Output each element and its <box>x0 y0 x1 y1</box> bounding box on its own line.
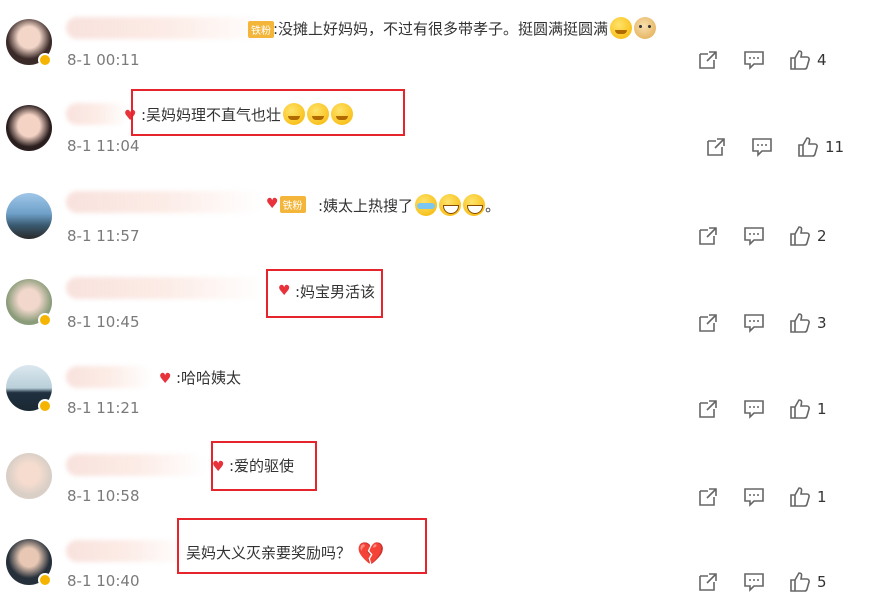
comment-time: 8-1 10:45 <box>67 313 140 331</box>
fan-badge: 铁粉 <box>247 20 274 38</box>
like-icon[interactable] <box>789 398 811 420</box>
comment-text-content: :哈哈姨太 <box>176 369 242 387</box>
comment-icon[interactable] <box>743 312 765 334</box>
username-blurred[interactable] <box>66 103 128 125</box>
like-count: 2 <box>817 227 827 245</box>
laugh-icon <box>463 194 486 216</box>
comment-time: 8-1 10:58 <box>67 487 140 505</box>
comment-item: 铁粉 :没摊上好妈妈，不过有很多带孝子。挺圆满挺圆满 8-1 00:11 4 <box>0 6 877 92</box>
smile-icon <box>610 17 633 39</box>
fan-badge: ♥ 铁粉 <box>266 195 306 213</box>
comment-actions: 1 <box>697 398 877 422</box>
comment-icon[interactable] <box>743 486 765 508</box>
comment-time: 8-1 10:40 <box>67 572 140 590</box>
like-icon[interactable] <box>789 486 811 508</box>
dog-icon <box>634 17 657 39</box>
comment-icon[interactable] <box>743 398 765 420</box>
username-blurred[interactable] <box>66 454 206 476</box>
comment-icon[interactable] <box>751 136 773 158</box>
like-icon[interactable] <box>789 225 811 247</box>
fan-badge-label: 铁粉 <box>248 20 274 38</box>
username-blurred[interactable] <box>66 540 186 562</box>
avatar[interactable] <box>6 193 52 239</box>
verified-badge-icon <box>38 399 52 413</box>
comment-icon[interactable] <box>743 49 765 71</box>
like-icon[interactable] <box>789 49 811 71</box>
share-icon[interactable] <box>705 136 727 158</box>
username-blurred[interactable] <box>66 366 152 388</box>
share-icon[interactable] <box>697 571 719 593</box>
verified-badge-icon <box>38 53 52 67</box>
comment-icon[interactable] <box>743 571 765 593</box>
comment-actions: 1 <box>697 486 877 510</box>
fan-badge-label: 铁粉 <box>279 195 306 213</box>
like-icon[interactable] <box>789 312 811 334</box>
comment-icon[interactable] <box>743 225 765 247</box>
comment-text-suffix: 。 <box>485 197 501 215</box>
highlight-box <box>266 269 383 318</box>
username-blurred[interactable] <box>66 191 262 213</box>
comment-text: :姨太上热搜了 。 <box>318 194 500 217</box>
comment-text-content: :姨太上热搜了 <box>318 197 414 215</box>
share-icon[interactable] <box>697 486 719 508</box>
like-count: 1 <box>817 400 827 418</box>
like-count: 5 <box>817 573 827 591</box>
like-count: 11 <box>825 138 845 156</box>
like-icon[interactable] <box>789 571 811 593</box>
highlight-box <box>211 441 317 491</box>
comment-time: 8-1 11:04 <box>67 137 140 155</box>
like-icon[interactable] <box>797 136 819 158</box>
fan-badge-icon: ♥ <box>159 371 172 387</box>
comment-actions: 11 <box>705 136 877 160</box>
avatar[interactable] <box>6 453 52 499</box>
comment-time: 8-1 11:57 <box>67 227 140 245</box>
verified-badge-icon <box>38 573 52 587</box>
comment-time: 8-1 11:21 <box>67 399 140 417</box>
share-icon[interactable] <box>697 312 719 334</box>
comment-actions: 3 <box>697 312 877 336</box>
comment-text-content: :没摊上好妈妈，不过有很多带孝子。挺圆满挺圆满 <box>273 20 609 38</box>
comment-actions: 2 <box>697 225 877 249</box>
comment-actions: 4 <box>697 49 877 73</box>
laugh-icon <box>439 194 462 216</box>
verified-badge-icon <box>38 313 52 327</box>
username-blurred[interactable] <box>66 277 266 299</box>
like-count: 4 <box>817 51 827 69</box>
comment-item: ♥ :爱的驱使 8-1 10:58 1 <box>0 440 877 526</box>
like-count: 3 <box>817 314 827 332</box>
comment-item: ♥ 铁粉 :姨太上热搜了 。 8-1 11:57 2 <box>0 180 877 266</box>
username-blurred[interactable] <box>66 17 271 39</box>
comment-actions: 5 <box>697 571 877 595</box>
share-icon[interactable] <box>697 225 719 247</box>
comment-item: 吴妈大义灭亲要奖励吗？ 💔 8-1 10:40 5 <box>0 526 877 603</box>
share-icon[interactable] <box>697 398 719 420</box>
comment-text: :哈哈姨太 <box>176 367 241 389</box>
highlight-box <box>177 518 427 574</box>
cry-laugh-icon <box>415 194 438 216</box>
avatar[interactable] <box>6 105 52 151</box>
share-icon[interactable] <box>697 49 719 71</box>
highlight-box <box>131 89 405 136</box>
comment-text: :没摊上好妈妈，不过有很多带孝子。挺圆满挺圆满 <box>273 17 657 40</box>
comment-item: ♥ :妈宝男活该 8-1 10:45 3 <box>0 266 877 352</box>
comment-item: ♥ :哈哈姨太 8-1 11:21 1 <box>0 352 877 438</box>
like-count: 1 <box>817 488 827 506</box>
comment-time: 8-1 00:11 <box>67 51 140 69</box>
